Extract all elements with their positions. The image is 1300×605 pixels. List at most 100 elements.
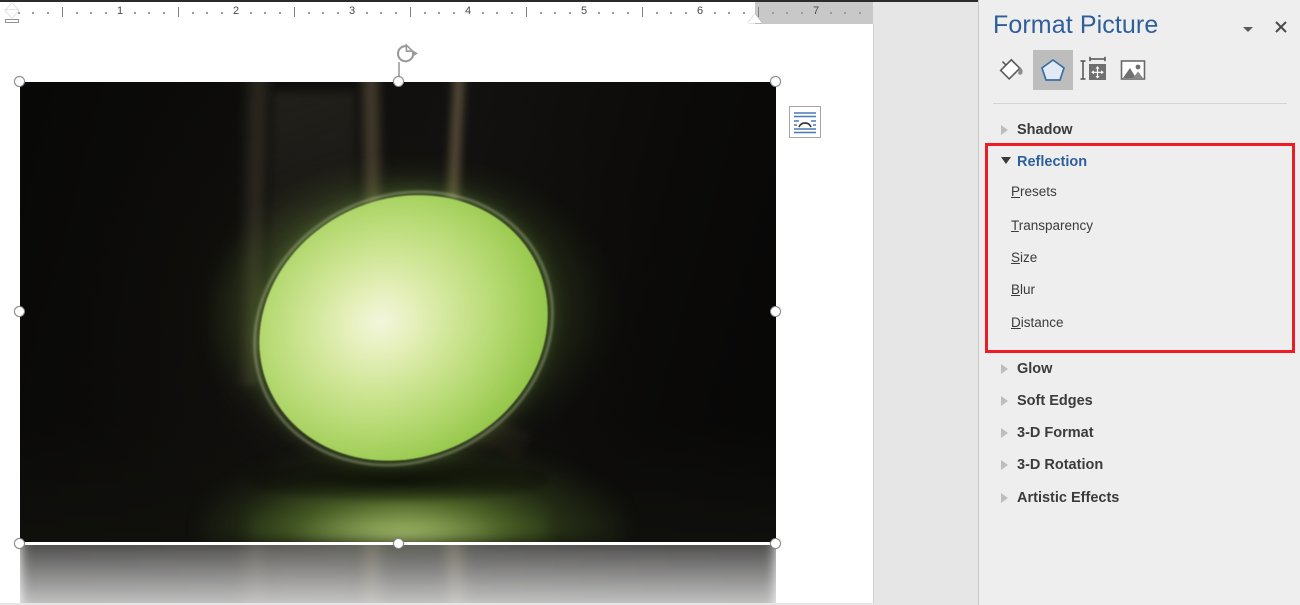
handle-middle-right[interactable] — [770, 306, 781, 317]
ruler-minor-dot — [670, 12, 672, 14]
ruler-half-tick — [410, 7, 411, 17]
ruler-number: 1 — [117, 5, 123, 17]
handle-bottom-right[interactable] — [770, 538, 781, 549]
blur-label: Blur — [1011, 282, 1035, 297]
ruler-half-tick — [178, 7, 179, 17]
handle-top-center[interactable] — [393, 76, 404, 87]
paint-bucket-icon — [998, 55, 1028, 85]
ruler-minor-dot — [728, 12, 730, 14]
handle-bottom-left[interactable] — [14, 538, 25, 549]
distance-label: Distance — [1011, 315, 1064, 330]
section-artistic-effects[interactable]: Artistic Effects — [979, 486, 1300, 510]
presets-label: Presets — [1011, 184, 1057, 199]
ruler-minor-dot — [366, 12, 368, 14]
pane-divider — [993, 103, 1287, 104]
ruler-half-tick — [62, 7, 63, 17]
ruler-minor-dot — [511, 12, 513, 14]
ruler-minor-dot — [264, 12, 266, 14]
tab-picture[interactable] — [1113, 50, 1153, 90]
ruler-minor-dot — [279, 12, 281, 14]
tab-effects[interactable] — [1033, 50, 1073, 90]
transparency-label: Transparency — [1011, 218, 1093, 233]
ruler-minor-dot — [772, 12, 774, 14]
ruler-minor-dot — [337, 12, 339, 14]
ruler-minor-dot — [482, 12, 484, 14]
ruler-number: 4 — [465, 5, 471, 17]
ruler-minor-dot — [90, 12, 92, 14]
section-3d-format[interactable]: 3-D Format — [979, 421, 1300, 445]
size-row: Size 21% — [979, 246, 1300, 272]
ruler-minor-dot — [743, 12, 745, 14]
handle-bottom-center[interactable] — [393, 538, 404, 549]
distance-row: Distance 3 pt — [979, 311, 1300, 337]
ruler-minor-dot — [47, 12, 49, 14]
horizontal-ruler[interactable]: 1234567 — [0, 2, 873, 24]
section-shadow[interactable]: Shadow — [979, 118, 1300, 142]
ruler-minor-dot — [206, 12, 208, 14]
ruler-minor-dot — [801, 12, 803, 14]
section-shadow-label: Shadow — [1017, 122, 1073, 138]
transparency-row: Transparency 29% — [979, 214, 1300, 240]
ruler-minor-dot — [308, 12, 310, 14]
picture-image[interactable] — [20, 82, 776, 542]
ruler-minor-dot — [714, 12, 716, 14]
ruler-half-tick — [642, 7, 643, 17]
reflection-mirror — [20, 545, 776, 603]
reflection-fade — [20, 545, 776, 603]
reflection-lamp-dome — [214, 545, 592, 576]
ruler-minor-dot — [424, 12, 426, 14]
document-area: 1234567 — [0, 0, 978, 605]
ruler-minor-dot — [830, 12, 832, 14]
section-soft-edges[interactable]: Soft Edges — [979, 389, 1300, 413]
chevron-right-icon — [1001, 493, 1008, 503]
reflection-panel — [258, 545, 356, 603]
rotate-icon[interactable] — [393, 42, 419, 71]
section-reflection[interactable]: Reflection — [979, 150, 1300, 174]
pane-tab-row — [979, 50, 1300, 94]
section-3d-rotation-label: 3-D Rotation — [1017, 457, 1103, 473]
section-3d-rotation[interactable]: 3-D Rotation — [979, 453, 1300, 477]
close-icon[interactable] — [1272, 18, 1290, 36]
ruler-number: 5 — [581, 5, 587, 17]
tab-fill-and-line[interactable] — [993, 50, 1033, 90]
ruler-minor-dot — [32, 12, 34, 14]
picture-reflection-effect — [20, 545, 776, 603]
section-reflection-label: Reflection — [1017, 154, 1087, 170]
document-page[interactable] — [0, 24, 873, 603]
page-title: Format Picture — [993, 11, 1158, 40]
chevron-right-icon — [1001, 428, 1008, 438]
ruler-minor-dot — [844, 12, 846, 14]
ruler-number: 3 — [349, 5, 355, 17]
left-indent-marker[interactable] — [5, 3, 19, 23]
chevron-down-icon — [1001, 157, 1011, 164]
chevron-right-icon — [1001, 364, 1008, 374]
ruler-minor-dot — [453, 12, 455, 14]
ruler-minor-dot — [569, 12, 571, 14]
section-glow[interactable]: Glow — [979, 357, 1300, 381]
ruler-scale: 1234567 — [0, 2, 873, 24]
handle-top-left[interactable] — [14, 76, 25, 87]
size-label: Size — [1011, 250, 1037, 265]
size-and-properties-icon — [1078, 55, 1108, 85]
layout-options-button[interactable] — [789, 106, 821, 138]
chevron-right-icon — [1001, 460, 1008, 470]
ruler-minor-dot — [134, 12, 136, 14]
ruler-half-tick — [294, 7, 295, 17]
chevron-down-icon[interactable] — [1240, 22, 1256, 36]
ruler-minor-dot — [612, 12, 614, 14]
ruler-minor-dot — [148, 12, 150, 14]
reflection-post-left — [235, 545, 275, 603]
ruler-number: 2 — [233, 5, 239, 17]
handle-top-right[interactable] — [770, 76, 781, 87]
reflection-background — [20, 545, 776, 603]
ruler-minor-dot — [685, 12, 687, 14]
blur-row: Blur 12 pt — [979, 278, 1300, 304]
tab-layout-and-properties[interactable] — [1073, 50, 1113, 90]
ruler-minor-dot — [380, 12, 382, 14]
right-indent-marker[interactable] — [748, 14, 762, 23]
picture-with-reflection[interactable] — [20, 82, 776, 542]
picture-icon — [1118, 55, 1148, 85]
section-soft-edges-label: Soft Edges — [1017, 393, 1093, 409]
ruler-half-tick — [526, 7, 527, 17]
handle-middle-left[interactable] — [14, 306, 25, 317]
